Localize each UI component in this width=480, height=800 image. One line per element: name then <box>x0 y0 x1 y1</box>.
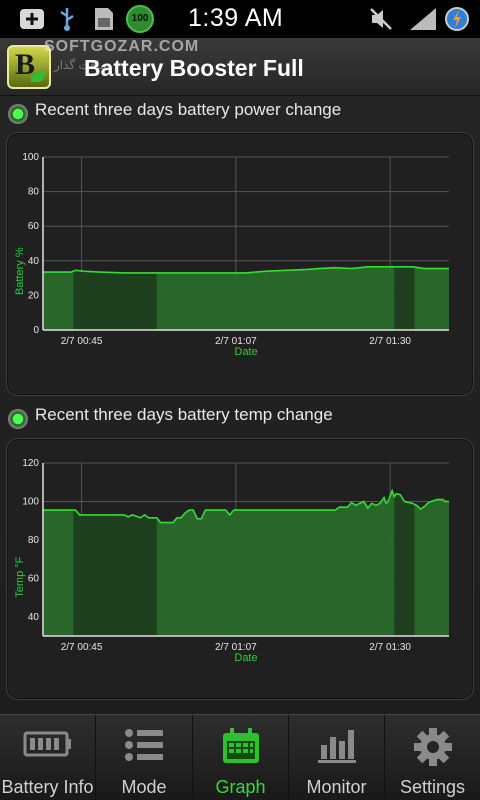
x-tick-label: 2/7 00:45 <box>61 642 103 653</box>
section-title: Recent three days battery power change <box>35 100 342 119</box>
tab-settings[interactable]: Settings <box>385 715 480 800</box>
x-tick-label: 2/7 01:30 <box>369 642 411 653</box>
y-tick-label: 80 <box>28 187 40 198</box>
y-tick-label: 60 <box>28 221 40 232</box>
y-axis-title: Battery % <box>14 247 26 295</box>
tab-label: Monitor <box>306 777 367 797</box>
x-axis-title: Date <box>234 346 257 358</box>
y-tick-label: 40 <box>28 612 40 623</box>
add-icon <box>20 9 44 29</box>
tab-label: Mode <box>121 777 167 797</box>
y-axis-title: Temp °F <box>14 556 26 597</box>
shaded-band <box>73 510 157 636</box>
battery-icon <box>23 731 71 757</box>
page-title: Battery Booster Full <box>84 55 304 81</box>
watermark-text: SOFTGOZAR.COM <box>44 38 200 55</box>
x-axis-title: Date <box>234 652 257 664</box>
tab-label: Settings <box>399 777 466 797</box>
bar-chart-icon <box>317 730 356 763</box>
shaded-band <box>73 270 157 330</box>
section-title: Recent three days battery temp change <box>35 405 333 424</box>
shaded-band <box>394 493 415 636</box>
battery-temp-chart: 4060801001202/7 00:45 2/7 01:07 2/7 01:30D… <box>14 458 449 664</box>
calendar-graph-icon <box>222 728 259 763</box>
status-bar: 100 1:39 AM <box>0 0 480 38</box>
tab-monitor[interactable]: Monitor <box>289 715 385 800</box>
y-tick-label: 0 <box>33 325 39 336</box>
status-time: 1:39 AM <box>188 4 284 32</box>
temp-chart-panel: 40 60 80 100 120 2/7 00:45 2/7 01:07 2/7 01:30 D… <box>6 438 474 700</box>
usb-icon <box>60 8 74 31</box>
y-tick-label: 100 <box>22 152 39 163</box>
battery-badge-icon: 100 <box>126 5 154 33</box>
app-root: 100 1:39 AM B Battery Booster Full Recen… <box>0 0 480 800</box>
x-tick-label: 2/7 00:45 <box>61 336 103 347</box>
y-tick-label: 20 <box>28 290 40 301</box>
y-tick-label: 60 <box>28 573 40 584</box>
tab-battery-info[interactable]: Battery Info <box>0 715 96 800</box>
sync-icon <box>445 7 469 31</box>
tab-mode[interactable]: Mode <box>96 715 193 800</box>
sd-card-icon <box>95 8 113 30</box>
tab-label: Battery Info <box>1 777 94 797</box>
power-chart-panel: 0 20 40 60 80 100 2/7 00:45 2/7 01:07 2/7 01:30 D… <box>6 132 474 396</box>
status-dot-icon <box>8 104 28 124</box>
tab-graph[interactable]: Graph <box>193 715 289 800</box>
x-tick-label: 2/7 01:30 <box>369 336 411 347</box>
y-tick-label: 120 <box>22 458 39 469</box>
y-tick-label: 100 <box>22 496 39 507</box>
bottom-tab-bar: Battery Info Mode Graph Monitor Settings <box>0 714 480 800</box>
list-icon <box>125 729 163 761</box>
battery-power-chart: 0204060801002/7 00:45 2/7 01:07 2/7 01:30D… <box>14 152 449 358</box>
mute-icon <box>370 8 392 30</box>
gear-icon <box>413 728 452 766</box>
status-dot-icon <box>8 409 28 429</box>
watermark-subtext: سافت گذار <box>54 58 110 72</box>
y-tick-label: 80 <box>28 535 40 546</box>
y-tick-label: 40 <box>28 256 40 267</box>
shaded-band <box>394 266 415 330</box>
tab-label: Graph <box>215 777 266 797</box>
signal-icon <box>410 8 436 30</box>
